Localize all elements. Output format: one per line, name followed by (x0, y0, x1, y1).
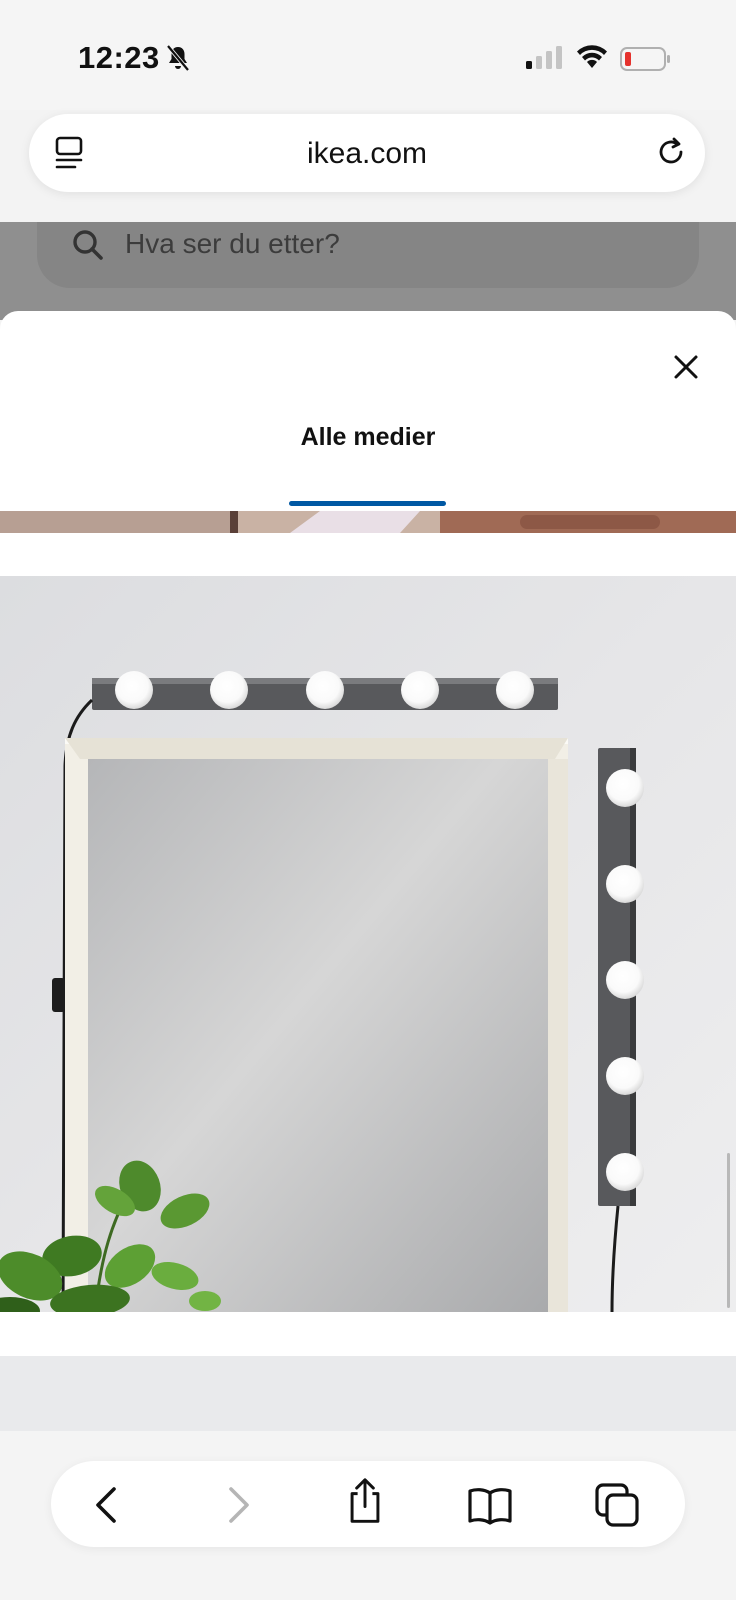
address-bar[interactable]: ikea.com (29, 114, 705, 192)
search-placeholder: Hva ser du etter? (125, 228, 340, 259)
active-tab-indicator (289, 501, 446, 506)
forward-icon[interactable] (213, 1481, 261, 1529)
previous-media-sliver (0, 511, 736, 533)
bookmarks-icon[interactable] (466, 1481, 514, 1529)
cellular-signal-icon (526, 46, 562, 69)
browser-toolbar (51, 1461, 685, 1547)
dimmed-page-backdrop[interactable]: Hva ser du etter? (0, 222, 736, 320)
back-icon[interactable] (84, 1481, 132, 1529)
close-icon[interactable] (666, 347, 706, 387)
tabs-overview-icon[interactable] (593, 1481, 641, 1529)
site-search-bar: Hva ser du etter? (37, 222, 699, 288)
image-spacer (0, 1312, 736, 1356)
status-time: 12:23 (78, 40, 160, 75)
search-icon (73, 230, 103, 260)
tab-all-media[interactable]: Alle medier (280, 423, 456, 452)
silent-bell-icon (166, 44, 190, 72)
status-bar: 12:23 (0, 0, 736, 110)
battery-icon (620, 47, 670, 71)
browser-bottom-area (0, 1431, 736, 1600)
share-icon[interactable] (341, 1477, 389, 1525)
wifi-icon (577, 45, 607, 68)
url-text[interactable]: ikea.com (29, 137, 705, 171)
product-image-mirror-lights[interactable] (0, 576, 736, 1312)
scroll-indicator[interactable] (727, 1153, 730, 1308)
reload-icon[interactable] (653, 134, 689, 170)
media-gallery-sheet: Alle medier (0, 311, 736, 1431)
next-media-preview[interactable] (0, 1356, 736, 1431)
tab-all-media-label: Alle medier (300, 423, 436, 451)
